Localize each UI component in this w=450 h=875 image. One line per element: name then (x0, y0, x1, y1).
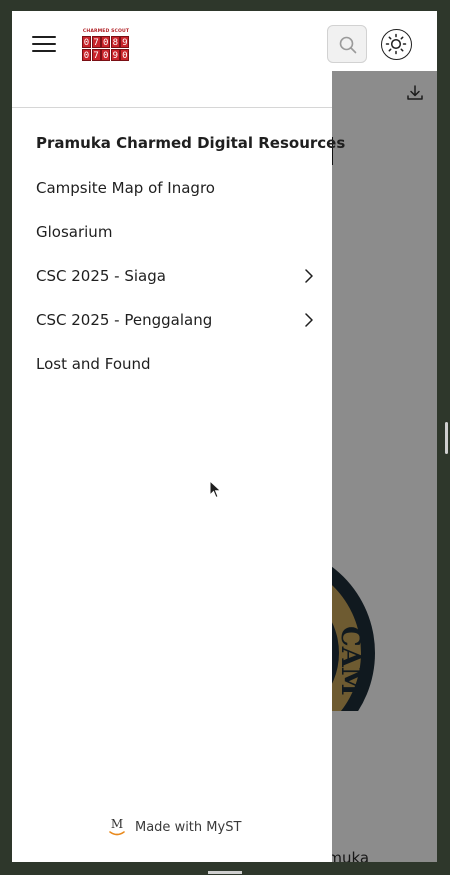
made-with-myst-label: Made with MyST (135, 819, 242, 835)
myst-logo-icon: M (109, 817, 125, 836)
logo-caption: CHARMED SCOUT (82, 29, 130, 34)
made-with-myst-link[interactable]: M Made with MyST (106, 816, 241, 838)
app-viewport: CAM ramuka CHARMED SCOUT 0 7 0 8 9 0 7 0… (12, 11, 437, 862)
chevron-right-icon[interactable] (302, 313, 316, 327)
mouse-cursor-icon (209, 480, 222, 499)
chevron-right-icon[interactable] (302, 269, 316, 283)
nav-item-label: Glosarium (36, 223, 113, 241)
nav-title[interactable]: Pramuka Charmed Digital Resources (36, 129, 345, 157)
bottom-handle[interactable] (208, 871, 242, 874)
charmed-scout-logo[interactable]: CHARMED SCOUT 0 7 0 8 9 0 7 0 9 0 (82, 29, 130, 61)
nav-item-lost-and-found[interactable]: Lost and Found (36, 350, 316, 378)
logo-digits: 0 7 0 8 9 0 7 0 9 0 (82, 36, 130, 61)
nav-item-csc-2025-penggalang[interactable]: CSC 2025 - Penggalang (36, 306, 316, 334)
navigation-drawer: Pramuka Charmed Digital Resources Campsi… (12, 71, 345, 862)
drawer-divider (12, 107, 332, 108)
top-header: CHARMED SCOUT 0 7 0 8 9 0 7 0 9 0 (12, 11, 437, 71)
svg-text:M: M (111, 817, 123, 831)
search-icon (339, 36, 357, 54)
nav-item-label: Lost and Found (36, 355, 151, 373)
theme-toggle-button[interactable] (381, 29, 412, 60)
nav-item-glosarium[interactable]: Glosarium (36, 218, 316, 246)
search-button[interactable] (327, 25, 367, 63)
nav-item-csc-2025-siaga[interactable]: CSC 2025 - Siaga (36, 262, 316, 290)
nav-item-label: Campsite Map of Inagro (36, 179, 215, 197)
nav-item-label: CSC 2025 - Penggalang (36, 311, 213, 329)
hamburger-menu-icon[interactable] (32, 36, 56, 54)
nav-item-label: CSC 2025 - Siaga (36, 267, 166, 285)
nav-item-campsite-map[interactable]: Campsite Map of Inagro (36, 174, 316, 202)
resize-handle[interactable] (445, 422, 448, 454)
nav-title-label: Pramuka Charmed Digital Resources (36, 134, 346, 152)
sun-icon (385, 33, 407, 55)
